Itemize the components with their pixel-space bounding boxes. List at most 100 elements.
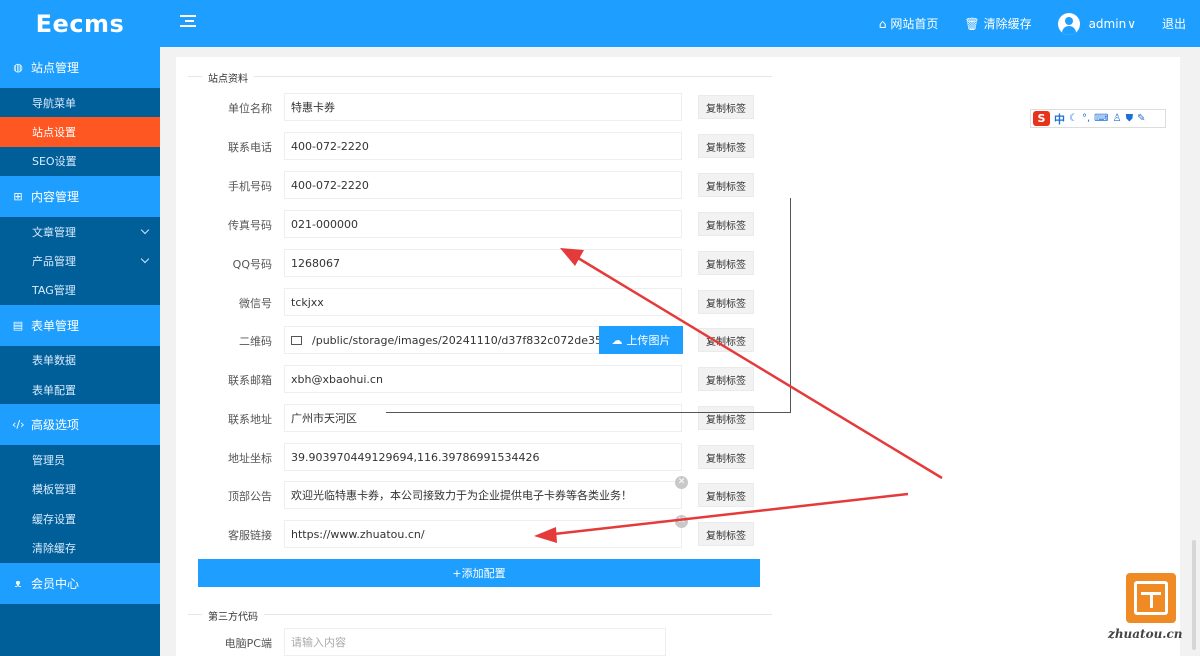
company-name-input[interactable]: 特惠卡券 bbox=[284, 93, 682, 121]
form-row: 手机号码 400-072-2220 复制标签 bbox=[188, 171, 768, 201]
announcement-input[interactable]: 欢迎光临特惠卡券，本公司接致力于为企业提供电子卡券等各类业务！ bbox=[284, 481, 682, 509]
sidebar-item-articles[interactable]: 文章管理 bbox=[0, 217, 160, 246]
chinese-mode-icon[interactable]: 中 bbox=[1054, 111, 1065, 127]
logout-link[interactable]: 退出 bbox=[1162, 15, 1186, 32]
chevron-down-icon: ∨ bbox=[1127, 16, 1136, 31]
clear-cache-link[interactable]: 🗑︎ 清除缓存 bbox=[964, 15, 1031, 32]
form-row: 联系电话 400-072-2220 复制标签 bbox=[188, 132, 768, 162]
copy-tag-button[interactable]: 复制标签 bbox=[698, 367, 754, 391]
form-icon: ▤ bbox=[12, 318, 24, 332]
top-nav: ⌂ 网站首页 🗑︎ 清除缓存 admin ∨ 退出 bbox=[879, 0, 1186, 47]
annotation-box-line bbox=[790, 198, 791, 412]
copy-tag-button[interactable]: 复制标签 bbox=[698, 251, 754, 275]
clear-cache-label: 清除缓存 bbox=[983, 17, 1032, 31]
copy-tag-button[interactable]: 复制标签 bbox=[698, 173, 754, 197]
field-label: 二维码 bbox=[239, 335, 272, 348]
sidebar-group-label: 表单管理 bbox=[31, 318, 80, 333]
copy-tag-button[interactable]: 复制标签 bbox=[698, 483, 754, 507]
sidebar-group-label: 会员中心 bbox=[31, 576, 80, 591]
qq-input[interactable]: 1268067 bbox=[284, 249, 682, 277]
home-link-label: 网站首页 bbox=[890, 17, 939, 31]
service-link-input[interactable]: https://www.zhuatou.cn/ bbox=[284, 520, 682, 548]
form-row: 传真号码 021-000000 复制标签 bbox=[188, 210, 768, 240]
copy-tag-button[interactable]: 复制标签 bbox=[698, 522, 754, 546]
sidebar-group-site[interactable]: ◍ 站点管理 bbox=[0, 47, 160, 88]
address-input[interactable]: 广州市天河区 bbox=[284, 404, 682, 432]
avatar bbox=[1057, 12, 1080, 35]
sidebar: ◍ 站点管理 导航菜单 站点设置 SEO设置 ⊞ 内容管理 文章管理 产品管理 … bbox=[0, 47, 160, 656]
sidebar-item-products[interactable]: 产品管理 bbox=[0, 246, 160, 275]
field-label: 客服链接 bbox=[228, 529, 272, 542]
form-row: 联系地址 广州市天河区 复制标签 bbox=[188, 404, 768, 434]
sidebar-group-content[interactable]: ⊞ 内容管理 bbox=[0, 175, 160, 217]
wechat-input[interactable]: tckjxx bbox=[284, 288, 682, 316]
copy-tag-button[interactable]: 复制标签 bbox=[698, 328, 754, 352]
coordinates-input[interactable]: 39.903970449129694,116.39786991534426 bbox=[284, 443, 682, 471]
sidebar-item-admins[interactable]: 管理员 bbox=[0, 445, 160, 474]
section-title: 第三方代码 bbox=[202, 608, 264, 623]
moon-icon[interactable]: ☾ bbox=[1069, 113, 1078, 124]
copy-tag-button[interactable]: 复制标签 bbox=[698, 290, 754, 314]
sidebar-item-site-settings[interactable]: 站点设置 bbox=[0, 117, 160, 147]
punctuation-icon[interactable]: °, bbox=[1082, 113, 1090, 124]
watermark-logo bbox=[1126, 573, 1176, 623]
copy-tag-button[interactable]: 复制标签 bbox=[698, 445, 754, 469]
field-label: QQ号码 bbox=[232, 258, 272, 271]
remove-field-icon[interactable]: ✕ bbox=[675, 476, 688, 489]
home-link[interactable]: ⌂ 网站首页 bbox=[879, 15, 939, 32]
sidebar-item-tags[interactable]: TAG管理 bbox=[0, 275, 160, 304]
sidebar-item-templates[interactable]: 模板管理 bbox=[0, 475, 160, 504]
copy-tag-button[interactable]: 复制标签 bbox=[698, 95, 754, 119]
section-title: 站点资料 bbox=[202, 70, 254, 85]
field-label: 联系电话 bbox=[228, 141, 272, 154]
app-logo[interactable]: Eecms bbox=[0, 0, 160, 47]
field-label: 地址坐标 bbox=[228, 452, 272, 465]
user-name: admin bbox=[1088, 16, 1127, 31]
form-row: QQ号码 1268067 复制标签 bbox=[188, 249, 768, 279]
chevron-down-icon bbox=[140, 254, 150, 264]
copy-tag-button[interactable]: 复制标签 bbox=[698, 134, 754, 158]
user-icon: ᴥ bbox=[14, 576, 22, 590]
pc-code-input[interactable]: 请输入内容 bbox=[284, 628, 666, 656]
add-config-button[interactable]: +添加配置 bbox=[198, 559, 760, 587]
sidebar-group-label: 高级选项 bbox=[31, 418, 80, 433]
sidebar-item-form-data[interactable]: 表单数据 bbox=[0, 346, 160, 375]
sidebar-item-clear-cache[interactable]: 清除缓存 bbox=[0, 533, 160, 562]
field-label: 联系地址 bbox=[228, 413, 272, 426]
field-label: 电脑PC端 bbox=[224, 637, 272, 650]
user-icon[interactable]: ♙ bbox=[1113, 113, 1122, 124]
upload-image-button[interactable]: ☁ 上传图片 bbox=[599, 326, 683, 354]
image-icon bbox=[291, 335, 302, 345]
fax-input[interactable]: 021-000000 bbox=[284, 210, 682, 238]
chevron-down-icon bbox=[140, 225, 150, 235]
field-label: 传真号码 bbox=[228, 219, 272, 232]
copy-tag-button[interactable]: 复制标签 bbox=[698, 406, 754, 430]
form-row: 微信号 tckjxx 复制标签 bbox=[188, 288, 768, 318]
home-icon: ⌂ bbox=[878, 16, 887, 31]
sidebar-item-nav-menu[interactable]: 导航菜单 bbox=[0, 88, 160, 117]
book-icon: ⊞ bbox=[13, 189, 23, 203]
sidebar-item-seo[interactable]: SEO设置 bbox=[0, 147, 160, 176]
email-input[interactable]: xbh@xbaohui.cn bbox=[284, 365, 682, 393]
cloud-upload-icon: ☁ bbox=[611, 333, 623, 347]
keyboard-icon[interactable]: ⌨ bbox=[1094, 113, 1108, 124]
sidebar-item-form-config[interactable]: 表单配置 bbox=[0, 375, 160, 404]
mobile-input[interactable]: 400-072-2220 bbox=[284, 171, 682, 199]
field-label: 微信号 bbox=[239, 297, 272, 310]
shirt-icon[interactable]: ⛊ bbox=[1126, 113, 1134, 124]
wrench-icon[interactable]: ✎ bbox=[1137, 113, 1145, 124]
scrollbar[interactable] bbox=[1192, 540, 1196, 650]
sidebar-group-members[interactable]: ᴥ 会员中心 bbox=[0, 562, 160, 604]
annotation-box-line bbox=[386, 412, 791, 413]
sidebar-group-advanced[interactable]: ‹/› 高级选项 bbox=[0, 404, 160, 446]
globe-icon: ◍ bbox=[13, 61, 23, 74]
copy-tag-button[interactable]: 复制标签 bbox=[698, 212, 754, 236]
phone-input[interactable]: 400-072-2220 bbox=[284, 132, 682, 160]
menu-toggle-icon[interactable] bbox=[180, 15, 196, 31]
sidebar-group-forms[interactable]: ▤ 表单管理 bbox=[0, 304, 160, 346]
sidebar-item-cache-settings[interactable]: 缓存设置 bbox=[0, 504, 160, 533]
user-menu[interactable]: admin ∨ bbox=[1057, 12, 1136, 35]
remove-field-icon[interactable]: ✕ bbox=[675, 515, 688, 528]
ime-toolbar[interactable]: S 中 ☾ °, ⌨ ♙ ⛊ ✎ bbox=[1030, 109, 1166, 128]
field-label: 单位名称 bbox=[228, 102, 272, 115]
